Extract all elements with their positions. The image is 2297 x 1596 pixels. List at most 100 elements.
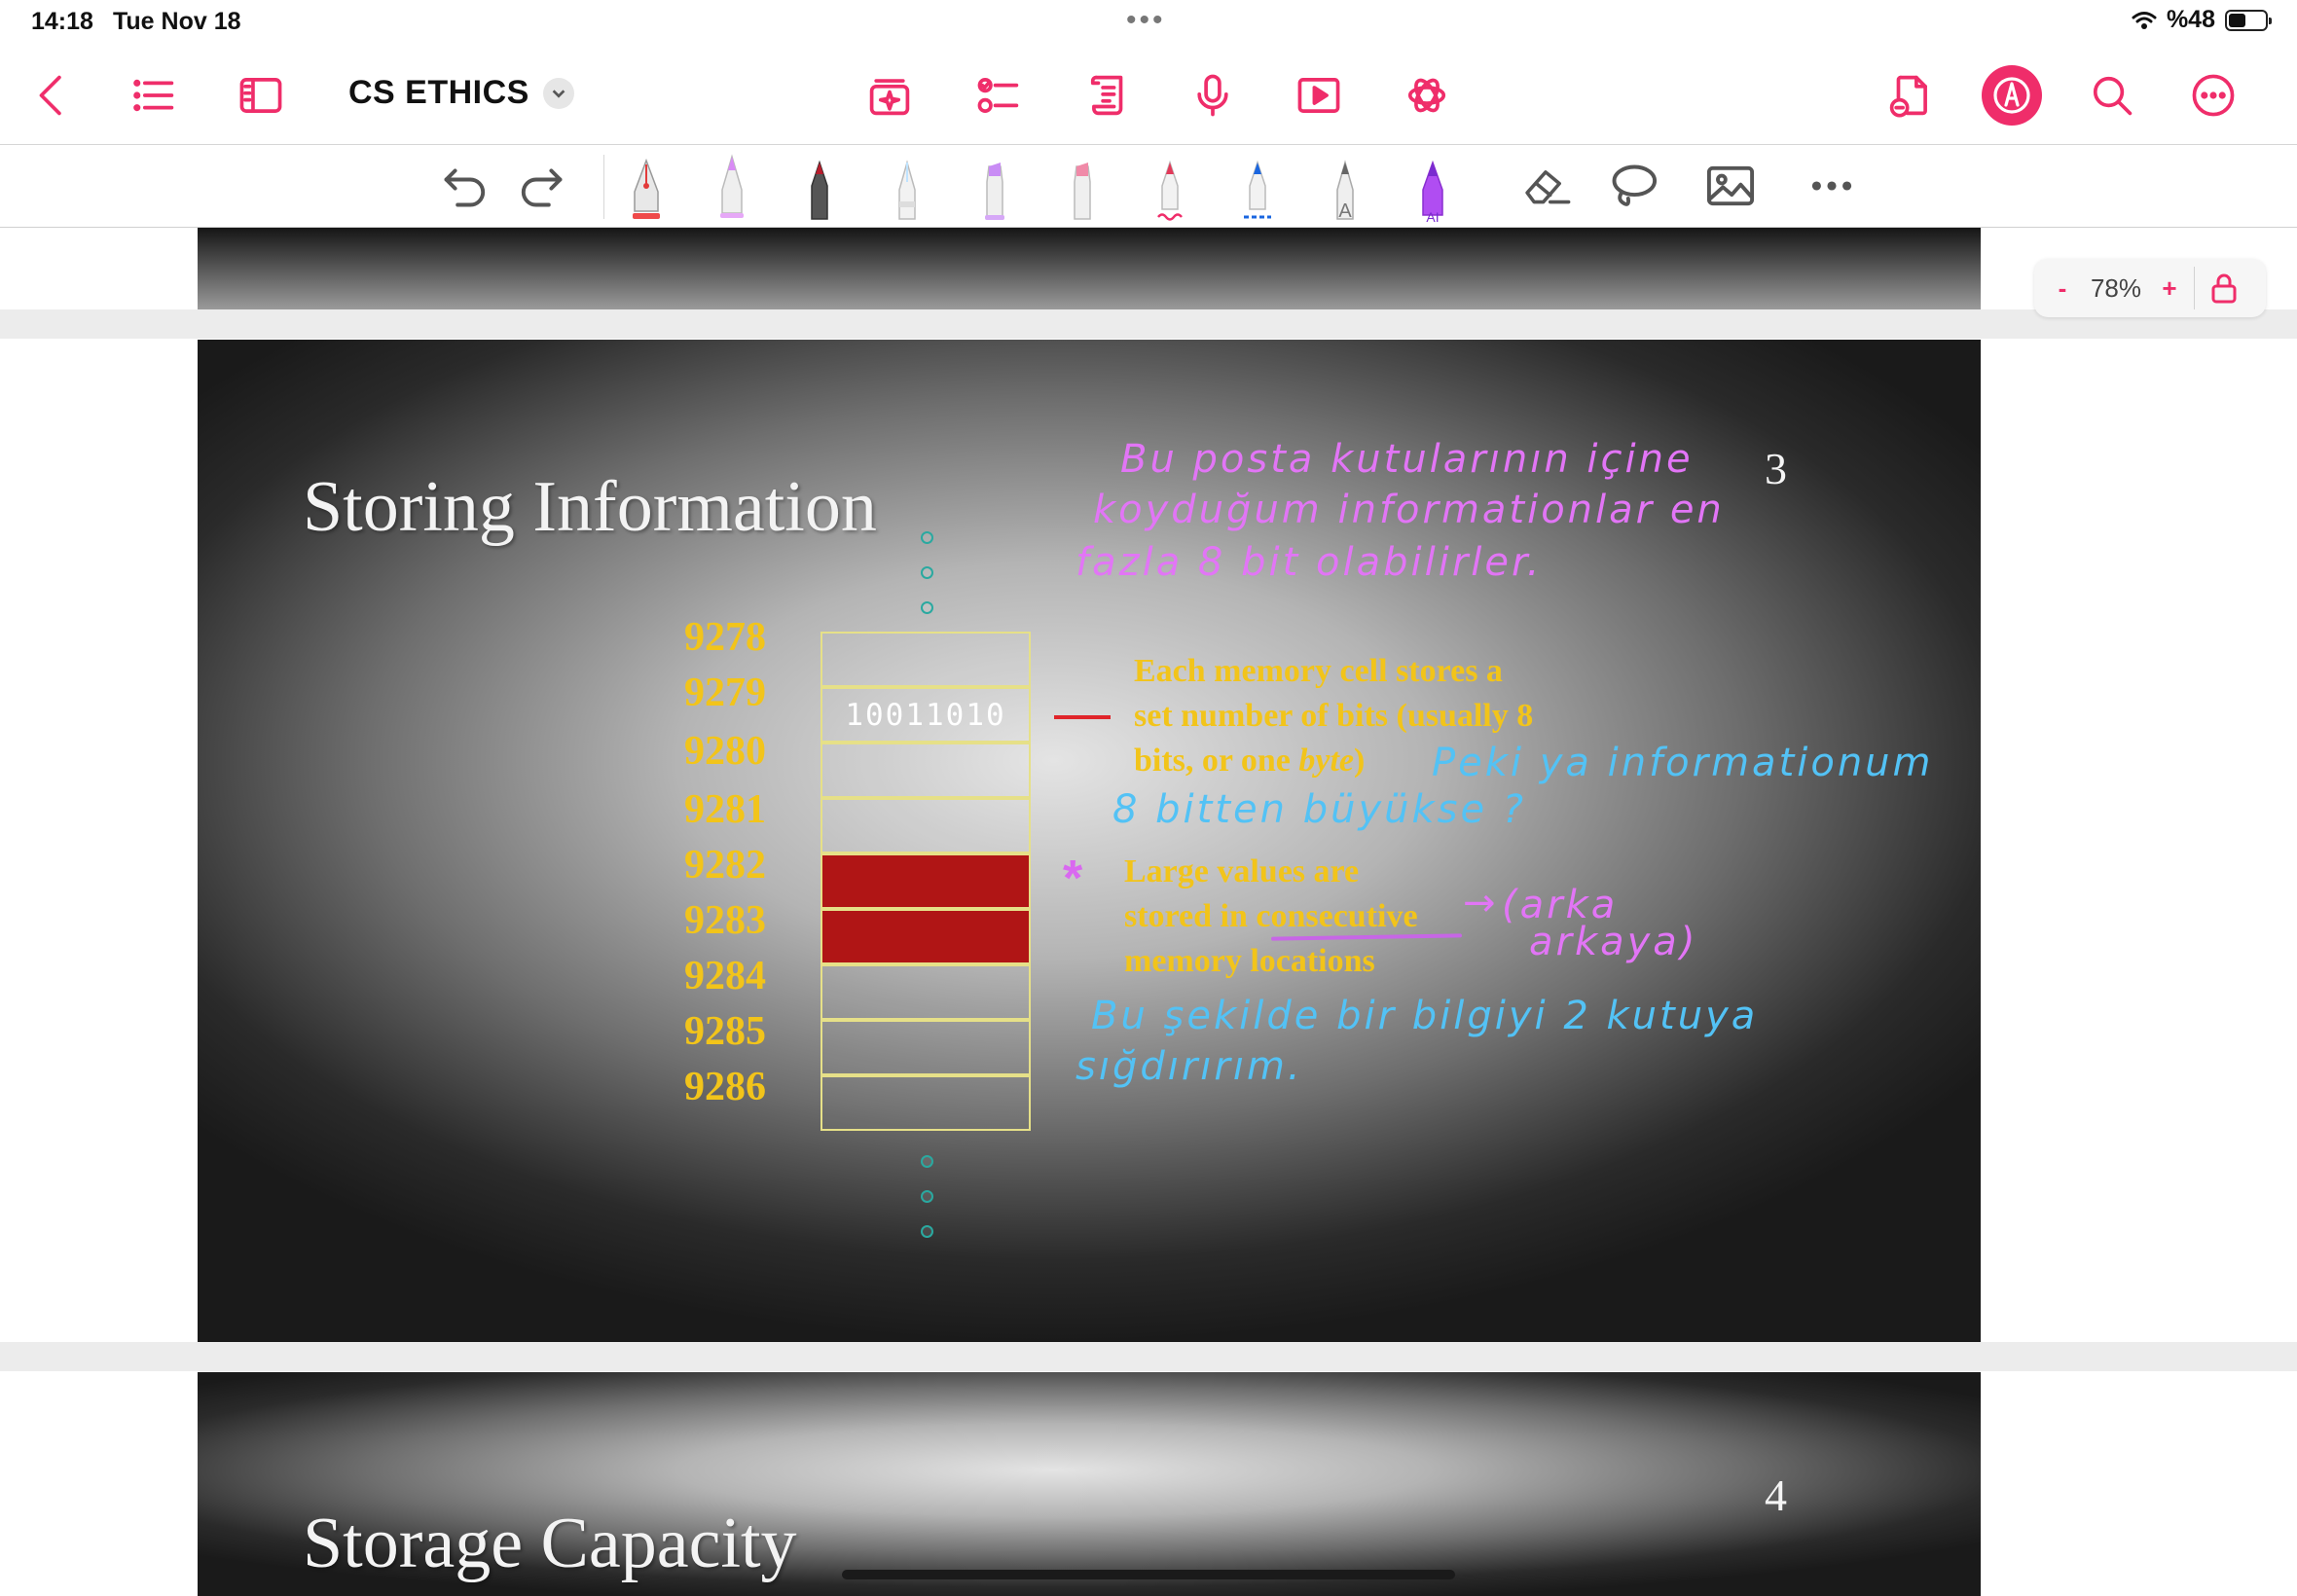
wifi-icon [2132, 11, 2157, 29]
back-icon [39, 75, 61, 116]
zoom-out-button[interactable]: - [2046, 273, 2079, 304]
memory-address: 9280 [684, 729, 766, 774]
blue-dashed-pen[interactable] [1228, 153, 1287, 223]
more-icon [1811, 181, 1852, 191]
scroll-button[interactable] [1082, 68, 1137, 123]
bullet-line: set number of bits (usually 8 [1134, 698, 1534, 734]
memory-address: 9285 [684, 1009, 766, 1054]
red-wavy-pen[interactable] [1141, 153, 1199, 223]
toolbar-more-button[interactable] [1803, 159, 1861, 213]
memory-address: 9284 [684, 954, 766, 998]
navigation-bar: CS ETHICS [0, 45, 2297, 145]
search-icon [2093, 76, 2133, 116]
bullet-line: Large values are [1124, 853, 1360, 889]
handwritten-note: Bu şekilde bir bilgiyi 2 kutuya [1091, 994, 1759, 1038]
status-indicators: %48 [2132, 6, 2272, 34]
add-page-icon [1889, 75, 1927, 118]
status-time: 14:18 [31, 8, 93, 35]
microphone-icon [1197, 74, 1228, 117]
lock-icon [2211, 273, 2237, 304]
slide-number: 4 [1765, 1470, 1787, 1520]
lasso-icon [1612, 164, 1658, 206]
ai-pen-label: AI [1426, 209, 1439, 223]
slide-title: Storing Information [303, 467, 877, 547]
ai-sparkle-icon [869, 79, 910, 116]
memory-cell [820, 743, 1031, 798]
bullet-large-values: Large values are stored in consecutive m… [1124, 850, 1418, 984]
ellipsis-dot [921, 1155, 933, 1168]
play-icon [1297, 78, 1340, 113]
battery-icon [2225, 9, 2272, 31]
present-button[interactable] [1292, 68, 1346, 123]
dark-red-pen[interactable] [790, 153, 849, 223]
ellipsis-dot [921, 601, 933, 614]
ai-sparkle-button[interactable] [862, 68, 917, 123]
memory-cell [820, 1075, 1031, 1131]
eraser-button[interactable] [1514, 159, 1577, 213]
lasso-button[interactable] [1604, 159, 1662, 213]
document-title: CS ETHICS [348, 74, 529, 111]
redo-icon [521, 168, 563, 207]
handwritten-note: fazla 8 bit olabilirler. [1076, 540, 1543, 585]
microphone-button[interactable] [1185, 68, 1240, 123]
memory-cell [820, 909, 1031, 964]
zoom-control: - 78% + [2034, 259, 2266, 317]
image-icon [1706, 165, 1755, 206]
light-pen[interactable] [878, 153, 936, 223]
purple-highlighter[interactable] [966, 153, 1024, 223]
purple-ai-pen[interactable]: AI [1404, 153, 1462, 223]
toolbar-divider [603, 155, 604, 219]
handwritten-note: Peki ya informationum [1432, 741, 1934, 785]
chevron-down-icon [542, 77, 574, 109]
chatgpt-button[interactable] [1400, 68, 1454, 123]
search-button[interactable] [2085, 68, 2139, 123]
handwritten-note: koyduğum informationlar en [1093, 488, 1725, 532]
bullet-text-part: ) [1354, 743, 1366, 779]
home-indicator[interactable] [842, 1570, 1455, 1579]
zoom-in-button[interactable]: + [2153, 273, 2186, 304]
text-tool-label: A [1338, 200, 1352, 222]
previous-slide-bottom [198, 228, 1981, 309]
add-page-button[interactable] [1882, 68, 1937, 123]
sidebar-icon [239, 78, 282, 113]
handwritten-note: sığdırırım. [1076, 1044, 1303, 1089]
memory-address: 9286 [684, 1065, 766, 1109]
memory-cell: 10011010 [820, 687, 1031, 743]
document-canvas[interactable]: Storing Information 3 Bu posta kutuların… [0, 228, 2297, 1596]
eraser-icon [1525, 170, 1571, 204]
checklist-icon [977, 78, 1019, 113]
scroll-icon [1090, 75, 1123, 116]
back-button[interactable] [25, 68, 80, 123]
redo-button[interactable] [512, 159, 570, 213]
text-tool[interactable]: A [1316, 153, 1374, 223]
memory-cell [820, 853, 1031, 909]
document-title-menu[interactable]: CS ETHICS [348, 74, 574, 112]
lock-button[interactable] [2195, 272, 2253, 304]
handwritten-star: * [1063, 851, 1083, 907]
slide-storing-information: Storing Information 3 Bu posta kutuların… [198, 340, 1981, 1342]
memory-cell [820, 964, 1031, 1020]
undo-icon [444, 168, 486, 207]
multitasking-dots-icon[interactable]: ••• [1126, 4, 1166, 37]
fountain-pen[interactable] [617, 153, 675, 223]
bullet-text-italic: byte [1298, 743, 1355, 779]
bullet-line: stored in consecutive [1124, 898, 1418, 934]
handwritten-note: arkaya) [1529, 920, 1698, 964]
more-button[interactable] [2186, 68, 2241, 123]
undo-button[interactable] [436, 159, 494, 213]
pink-pencil[interactable] [703, 153, 761, 223]
outline-button[interactable] [127, 68, 181, 123]
memory-address: 9282 [684, 843, 766, 888]
memory-address: 9279 [684, 671, 766, 715]
pencil-mode-button[interactable] [1982, 65, 2042, 126]
memory-cell [820, 798, 1031, 853]
openai-icon [1407, 78, 1446, 113]
drawing-toolbar: A AI [0, 145, 2297, 228]
image-button[interactable] [1701, 159, 1760, 213]
sidebar-button[interactable] [234, 68, 288, 123]
list-icon [133, 79, 174, 112]
slide-storage-capacity: Storage Capacity 4 [198, 1372, 1981, 1596]
pink-highlighter[interactable] [1053, 153, 1112, 223]
memory-address: 9278 [684, 615, 766, 660]
checklist-button[interactable] [971, 68, 1026, 123]
